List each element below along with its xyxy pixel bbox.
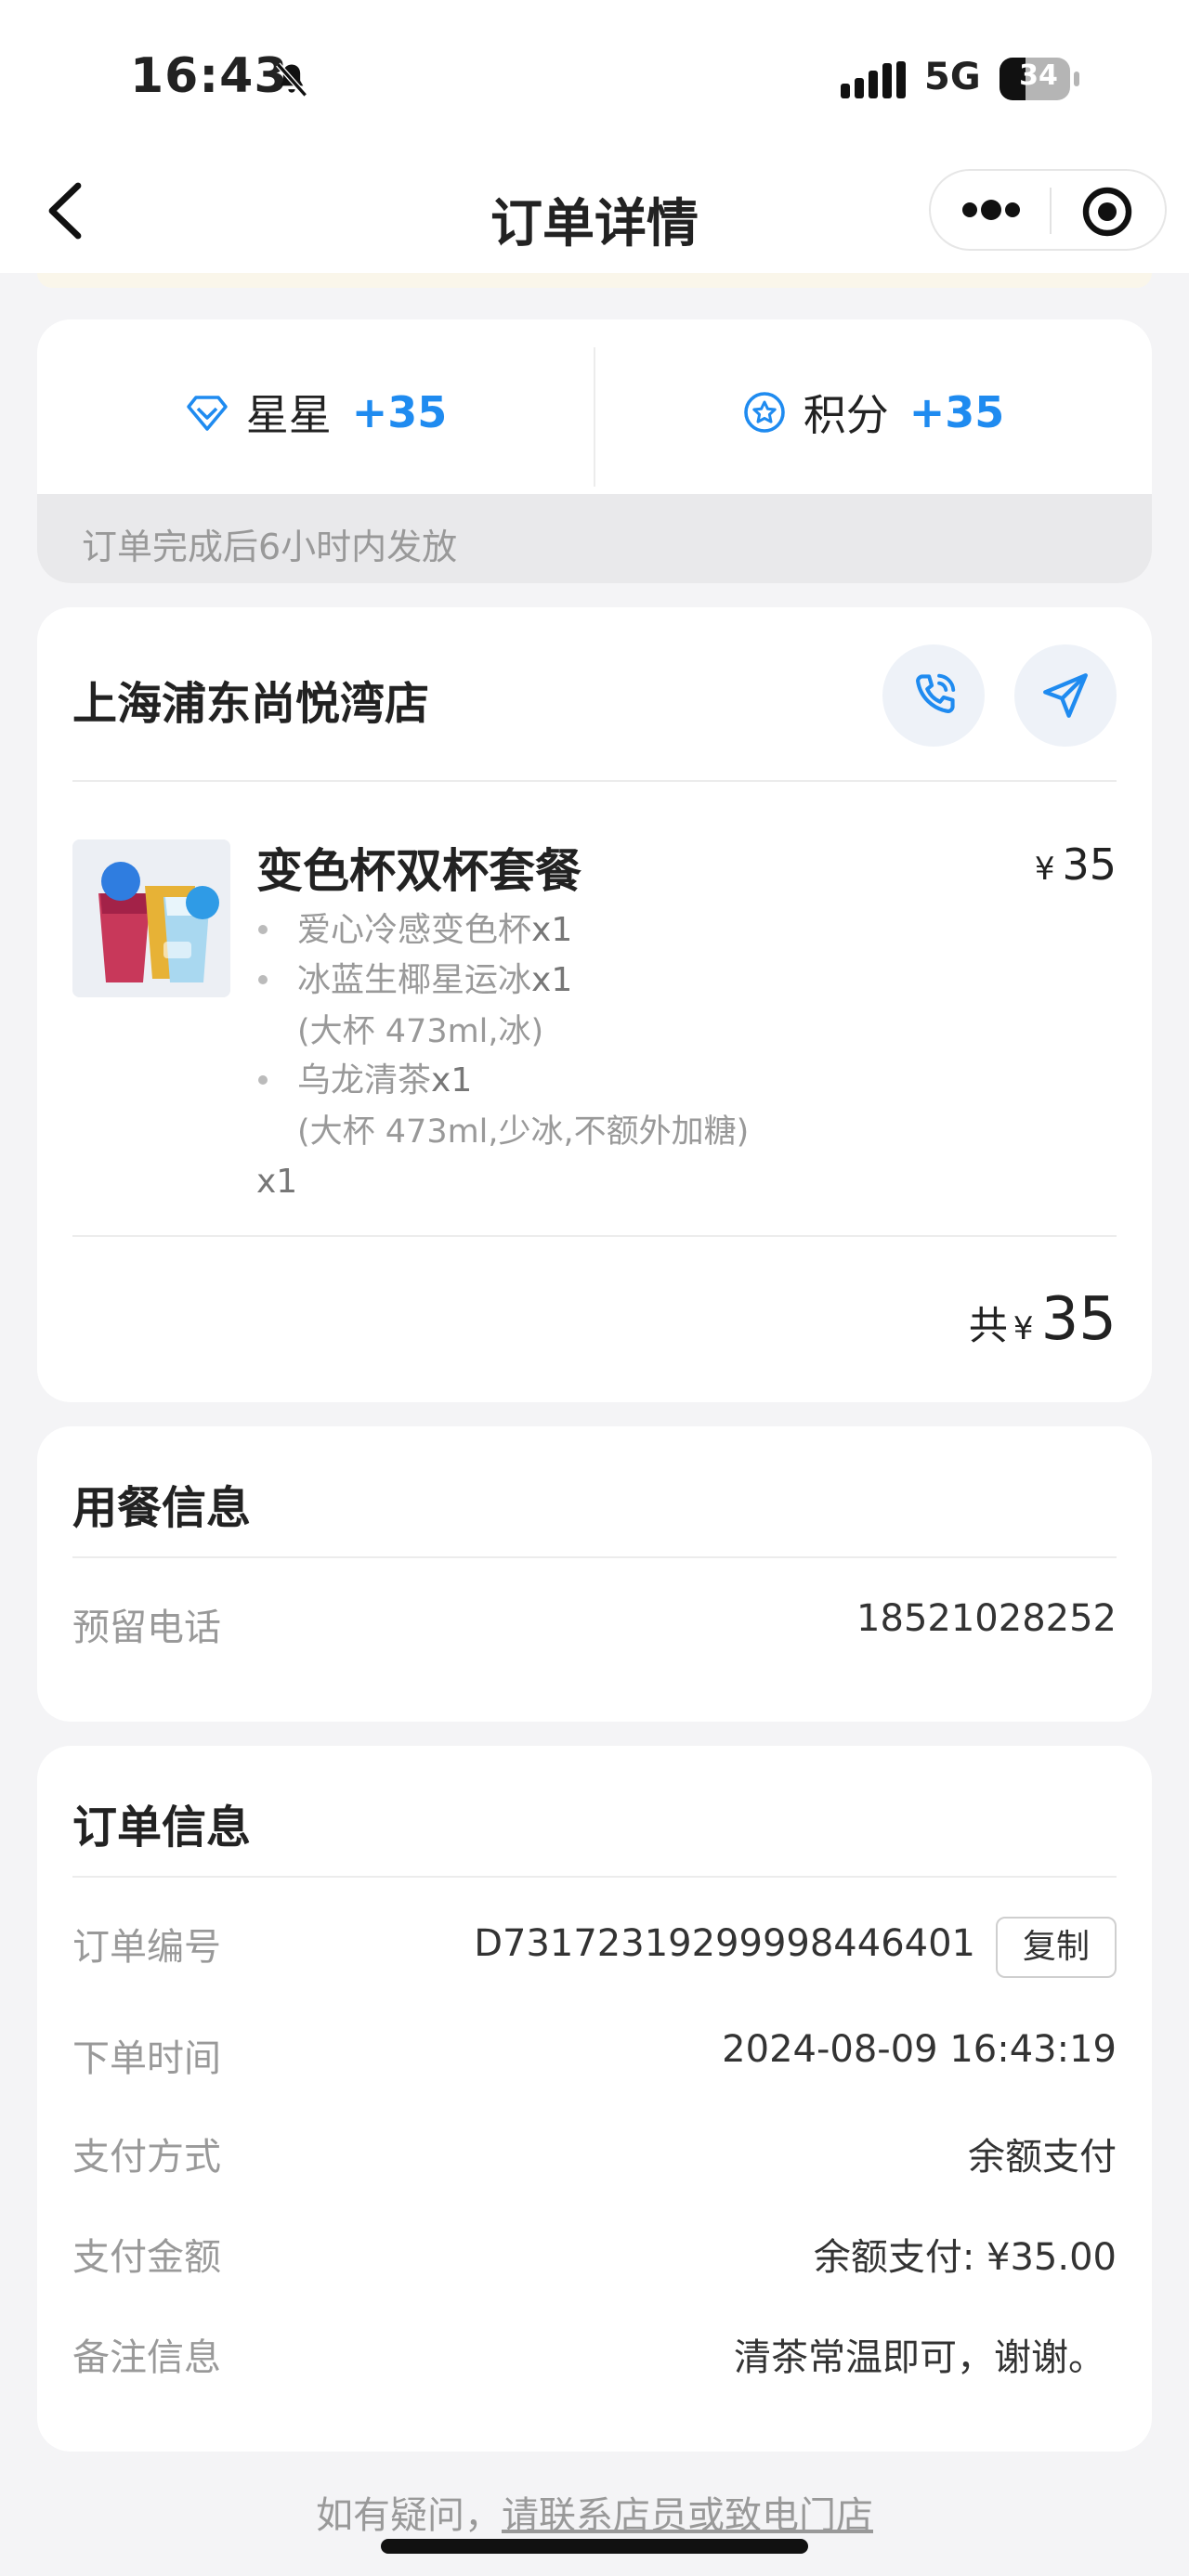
product-price: ¥35 xyxy=(1035,839,1117,890)
status-time: 16:43 xyxy=(130,48,289,104)
phone-value: 18521028252 xyxy=(856,1597,1117,1640)
order-time-label: 下单时间 xyxy=(72,2037,221,2080)
section-title: 用餐信息 xyxy=(72,1482,252,1534)
section-title: 订单信息 xyxy=(72,1802,252,1854)
nav-bar: 订单详情 xyxy=(0,149,1189,273)
star-badge-icon xyxy=(743,392,785,433)
drinks-thumbnail-icon xyxy=(72,839,230,997)
network-type: 5G xyxy=(924,56,981,98)
divider xyxy=(72,780,1117,782)
phone-label: 预留电话 xyxy=(72,1607,221,1649)
dining-info-card: 用餐信息 预留电话 18521028252 xyxy=(37,1426,1152,1722)
store-name: 上海浦东尚悦湾店 xyxy=(72,678,430,730)
phone-icon xyxy=(916,673,956,713)
pay-amount-label: 支付金额 xyxy=(72,2236,221,2279)
copy-button[interactable]: 复制 xyxy=(996,1917,1117,1978)
divider xyxy=(72,1556,1117,1558)
capsule-divider xyxy=(1050,188,1052,234)
divider xyxy=(72,1876,1117,1878)
total-amount: 35 xyxy=(1040,1285,1117,1354)
divider xyxy=(72,1235,1117,1237)
banner-peek xyxy=(37,273,1152,288)
combo-item-spec: (大杯 473ml,少冰,不额外加糖) xyxy=(297,1113,750,1151)
order-total: 共 ¥ 35 xyxy=(969,1285,1117,1354)
product-price-value: 35 xyxy=(1062,839,1117,890)
product-image xyxy=(72,839,230,997)
more-icon[interactable] xyxy=(959,191,1024,228)
currency-symbol: ¥ xyxy=(1013,1310,1034,1347)
remark-value: 清茶常温即可，谢谢。 xyxy=(734,2336,1105,2379)
currency-symbol: ¥ xyxy=(1034,851,1055,888)
bullet xyxy=(258,975,268,984)
pay-amount-value: 余额支付: ¥35.00 xyxy=(813,2236,1117,2279)
close-target-icon[interactable] xyxy=(1081,186,1133,238)
order-time-value: 2024-08-09 16:43:19 xyxy=(722,2028,1117,2071)
navigation-arrow-icon xyxy=(1043,673,1088,718)
battery-level: 34 xyxy=(1019,59,1058,92)
order-number-label: 订单编号 xyxy=(72,1926,221,1969)
points-label: 积分 xyxy=(803,390,889,440)
combo-item-spec: (大杯 473ml,冰) xyxy=(297,1013,544,1050)
help-prefix: 如有疑问， xyxy=(316,2494,502,2537)
mini-program-capsule xyxy=(929,169,1167,251)
points-value: +35 xyxy=(908,387,1005,437)
bullet xyxy=(258,925,268,934)
signal-icon xyxy=(841,61,906,98)
status-bar: 16:43 5G 34 xyxy=(0,0,1189,149)
bullet xyxy=(258,1075,268,1085)
bell-muted-icon xyxy=(276,62,307,98)
rewards-card: 星星 +35 积分 +35 订单完成后6小时内发放 xyxy=(37,319,1152,583)
pay-method-value: 余额支付 xyxy=(968,2136,1117,2179)
points-reward: 积分 +35 xyxy=(594,375,1152,449)
order-info-card: 订单信息 订单编号 D7317231929999844640​1 复制 下单时间… xyxy=(37,1746,1152,2452)
product-name: 变色杯双杯套餐 xyxy=(256,844,581,898)
navigate-store-button[interactable] xyxy=(1014,644,1117,747)
reward-note-text: 订单完成后6小时内发放 xyxy=(82,527,458,567)
diamond-icon xyxy=(186,396,228,431)
store-card: 上海浦东尚悦湾店 变色杯双杯套餐 ¥35 爱心冷感变色杯x1 冰蓝生椰星运冰x1… xyxy=(37,607,1152,1402)
stars-reward: 星星 +35 xyxy=(37,375,594,449)
help-footer: 如有疑问，请联系店员或致电门店 xyxy=(0,2485,1189,2539)
pay-method-label: 支付方式 xyxy=(72,2136,221,2179)
stars-value: +35 xyxy=(351,387,448,437)
reward-note: 订单完成后6小时内发放 xyxy=(37,494,1152,583)
remark-label: 备注信息 xyxy=(72,2336,221,2379)
call-store-button[interactable] xyxy=(882,644,985,747)
total-label: 共 xyxy=(968,1303,1008,1348)
home-indicator[interactable] xyxy=(381,2539,808,2554)
combo-item: 冰蓝生椰星运冰x1 xyxy=(297,961,573,999)
stars-label: 星星 xyxy=(245,390,332,440)
combo-item: 爱心冷感变色杯x1 xyxy=(297,911,573,949)
contact-store-link[interactable]: 请联系店员或致电门店 xyxy=(502,2494,873,2537)
combo-item: 乌龙清茶x1 xyxy=(297,1061,473,1099)
order-number-value: D7317231929999844640​1 xyxy=(474,1922,975,1965)
product-quantity: x1 xyxy=(256,1163,298,1201)
